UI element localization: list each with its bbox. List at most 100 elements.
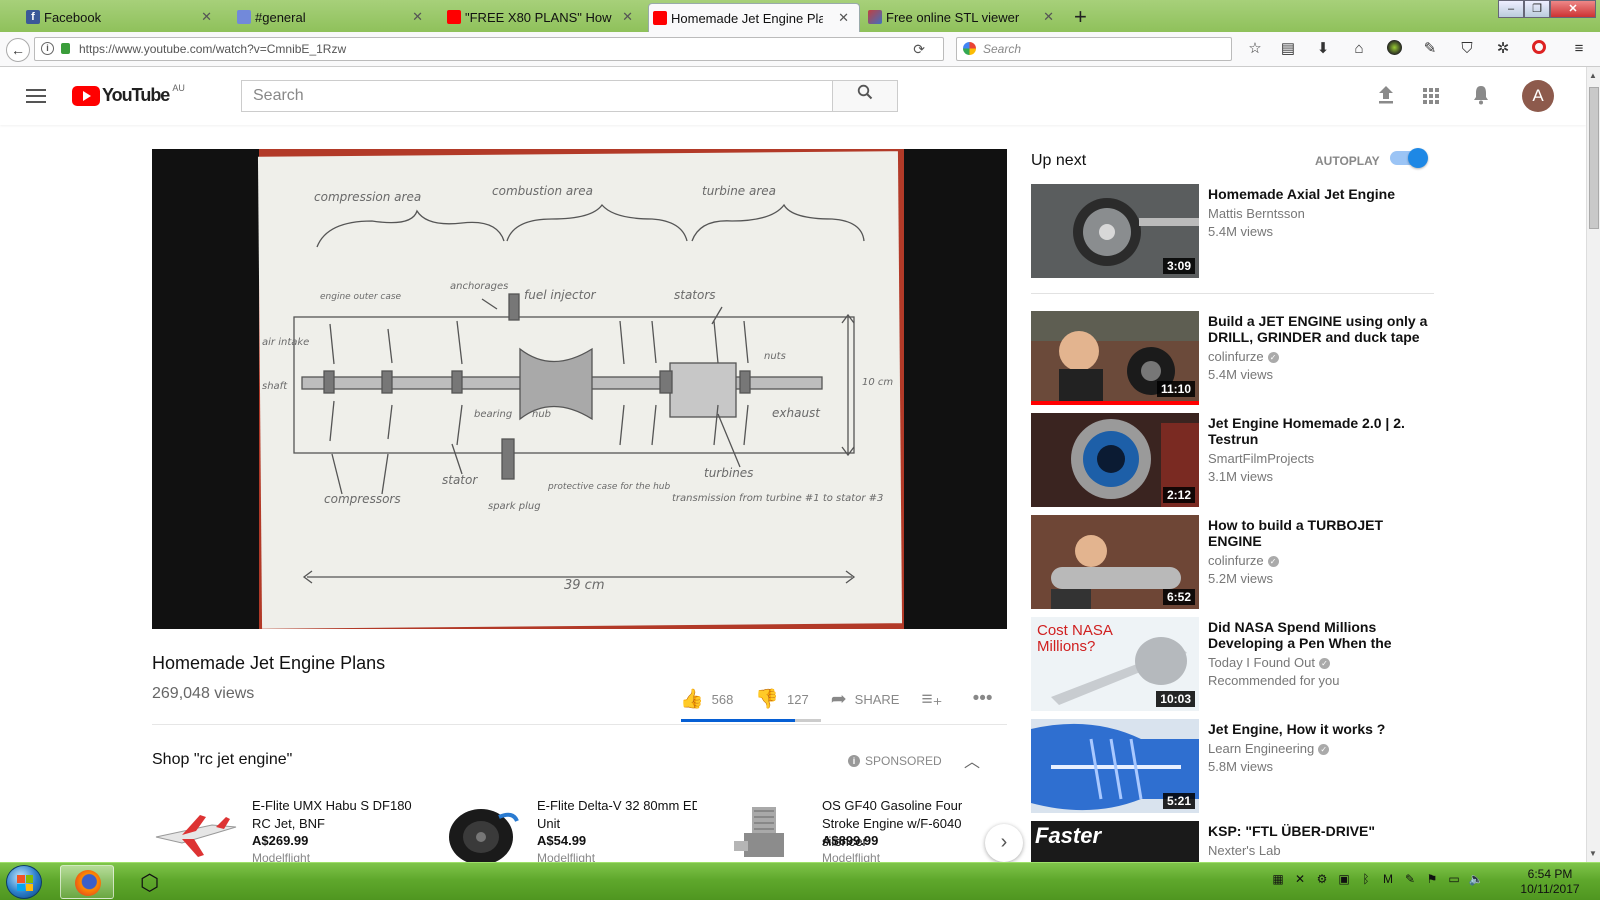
tray-app-icon[interactable]: ✕ <box>1292 871 1308 887</box>
reload-icon[interactable]: ⟳ <box>913 38 925 60</box>
window-close-button[interactable]: ✕ <box>1550 0 1596 18</box>
channel-name[interactable]: Learn Engineering ✓ <box>1208 741 1330 756</box>
action-center-icon[interactable]: ⚑ <box>1424 871 1440 887</box>
search-button[interactable] <box>833 80 898 112</box>
more-actions-button[interactable]: ••• <box>973 688 1001 710</box>
shield-icon[interactable]: ⛉ <box>1458 40 1476 58</box>
video-thumbnail[interactable]: 5:21 <box>1031 719 1199 813</box>
video-thumbnail[interactable]: 3:09 <box>1031 184 1199 278</box>
browser-search-input[interactable]: Search <box>956 37 1232 61</box>
close-icon[interactable]: ✕ <box>838 10 849 26</box>
taskbar-clock[interactable]: 6:54 PM 10/11/2017 <box>1510 867 1590 897</box>
add-to-playlist-button[interactable]: ≡₊ <box>921 688 950 711</box>
tab-stl-viewer[interactable]: Free online STL viewer ✕ <box>864 3 1064 32</box>
maximize-button[interactable]: ❐ <box>1524 0 1550 18</box>
video-title[interactable]: Jet Engine Homemade 2.0 | 2. Testrun <box>1208 415 1428 447</box>
shelf-next-button[interactable]: › <box>985 824 1023 862</box>
channel-name[interactable]: colinfurze ✓ <box>1208 349 1279 364</box>
video-title[interactable]: How to build a TURBOJET ENGINE <box>1208 517 1428 549</box>
reader-icon[interactable]: ▤ <box>1279 40 1297 58</box>
nvidia-icon[interactable]: ▣ <box>1336 871 1352 887</box>
taskbar-firefox[interactable] <box>60 865 114 899</box>
shop-item[interactable]: E-Flite Delta-V 32 80mm EDF Unit A$54.99… <box>437 797 697 867</box>
channel-name[interactable]: SmartFilmProjects <box>1208 451 1314 466</box>
tray-app-icon[interactable]: ⚙ <box>1314 871 1330 887</box>
tab-homemade-jet-engine[interactable]: Homemade Jet Engine Plans ✕ <box>648 3 860 32</box>
close-icon[interactable]: ✕ <box>1043 9 1054 25</box>
divider <box>152 724 1007 725</box>
like-button[interactable]: 👍 568 <box>680 687 733 711</box>
toggle-knob[interactable] <box>1408 148 1428 168</box>
upload-icon[interactable] <box>1375 85 1397 107</box>
info-icon[interactable]: i <box>41 42 54 55</box>
start-button[interactable] <box>6 865 42 899</box>
scroll-down-icon[interactable]: ▼ <box>1589 849 1597 858</box>
youtube-logo[interactable]: YouTube AU <box>72 83 185 106</box>
extension-icon[interactable] <box>1385 40 1403 58</box>
channel-name[interactable]: colinfurze ✓ <box>1208 553 1279 568</box>
scroll-up-icon[interactable]: ▲ <box>1589 71 1597 80</box>
video-title[interactable]: Did NASA Spend Millions Developing a Pen… <box>1208 619 1428 651</box>
tab-x80-plans[interactable]: "FREE X80 PLANS" How to B ✕ <box>443 3 643 32</box>
chevron-up-icon[interactable]: ︿ <box>964 748 980 772</box>
sponsored-badge[interactable]: i SPONSORED <box>848 754 942 768</box>
channel-name[interactable]: Today I Found Out ✓ <box>1208 655 1330 670</box>
network-icon[interactable]: ▭ <box>1446 871 1462 887</box>
jet-engine-sketch: compression area combustion area turbine… <box>262 184 893 593</box>
autoplay-toggle[interactable] <box>1390 148 1428 168</box>
tray-app-icon[interactable]: M <box>1380 871 1396 887</box>
download-icon[interactable]: ⬇ <box>1314 40 1332 58</box>
video-player[interactable]: compression area combustion area turbine… <box>152 149 1007 629</box>
tab-discord[interactable]: #general ✕ <box>233 3 433 32</box>
back-button[interactable]: ← <box>6 38 30 62</box>
volume-icon[interactable]: 🔈 <box>1468 871 1484 887</box>
extension-icon[interactable]: ✲ <box>1494 40 1512 58</box>
video-thumbnail[interactable]: Faster <box>1031 821 1199 862</box>
recommended-video[interactable]: 3:09 Homemade Axial Jet Engine Mattis Be… <box>1031 184 1434 278</box>
new-tab-button[interactable]: + <box>1074 4 1087 30</box>
extension-icon[interactable]: ✎ <box>1421 40 1439 58</box>
tab-facebook[interactable]: f Facebook ✕ <box>22 3 222 32</box>
taskbar-unity[interactable]: ⬡ <box>124 865 178 899</box>
home-icon[interactable]: ⌂ <box>1350 40 1368 58</box>
share-button[interactable]: ➦ SHARE <box>831 688 900 711</box>
shop-item[interactable]: E-Flite UMX Habu S DF180 RC Jet, BNF A$2… <box>152 797 412 867</box>
close-icon[interactable]: ✕ <box>412 9 423 25</box>
channel-name[interactable]: Mattis Berntsson <box>1208 206 1305 221</box>
channel-name[interactable]: Nexter's Lab <box>1208 843 1281 858</box>
dislike-button[interactable]: 👎 127 <box>755 687 808 711</box>
recommended-video[interactable]: 2:12 Jet Engine Homemade 2.0 | 2. Testru… <box>1031 413 1434 507</box>
apps-icon[interactable] <box>1420 85 1442 107</box>
avatar[interactable]: A <box>1522 80 1554 112</box>
shop-item[interactable]: OS GF40 Gasoline Four Stroke Engine w/F-… <box>722 797 982 867</box>
close-icon[interactable]: ✕ <box>201 9 212 25</box>
video-thumbnail[interactable]: 2:12 <box>1031 413 1199 507</box>
extension-icon[interactable] <box>1530 40 1548 58</box>
video-title[interactable]: Jet Engine, How it works ? <box>1208 721 1428 737</box>
tray-app-icon[interactable]: ✎ <box>1402 871 1418 887</box>
recommended-video[interactable]: Cost NASA Millions? 10:03 Did NASA Spend… <box>1031 617 1434 711</box>
video-title[interactable]: Homemade Axial Jet Engine <box>1208 186 1428 202</box>
bluetooth-icon[interactable]: ᛒ <box>1358 871 1374 887</box>
video-thumbnail[interactable]: 11:10 <box>1031 311 1199 405</box>
scrollbar-thumb[interactable] <box>1589 87 1599 229</box>
recommended-video[interactable]: 5:21 Jet Engine, How it works ? Learn En… <box>1031 719 1434 813</box>
guide-menu-icon[interactable] <box>26 89 46 103</box>
video-thumbnail[interactable]: 6:52 <box>1031 515 1199 609</box>
recommended-video[interactable]: Faster KSP: "FTL ÜBER-DRIVE" Nexter's La… <box>1031 821 1434 862</box>
sketch-label-anchorages: anchorages <box>450 281 508 292</box>
recommended-video[interactable]: 6:52 How to build a TURBOJET ENGINE coli… <box>1031 515 1434 609</box>
search-input[interactable]: Search <box>241 80 833 112</box>
menu-icon[interactable]: ≡ <box>1570 40 1588 58</box>
notifications-bell-icon[interactable] <box>1470 85 1492 107</box>
url-bar[interactable]: i https://www.youtube.com/watch?v=CmnibE… <box>34 37 944 61</box>
tray-app-icon[interactable]: ▦ <box>1270 871 1286 887</box>
star-icon[interactable]: ☆ <box>1246 40 1264 58</box>
page-scrollbar[interactable]: ▲ ▼ <box>1586 67 1600 862</box>
video-title[interactable]: Build a JET ENGINE using only a DRILL, G… <box>1208 313 1428 345</box>
video-title[interactable]: KSP: "FTL ÜBER-DRIVE" <box>1208 823 1428 839</box>
minimize-button[interactable]: – <box>1498 0 1524 18</box>
close-icon[interactable]: ✕ <box>622 9 633 25</box>
video-thumbnail[interactable]: Cost NASA Millions? 10:03 <box>1031 617 1199 711</box>
recommended-video[interactable]: 11:10 Build a JET ENGINE using only a DR… <box>1031 311 1434 405</box>
